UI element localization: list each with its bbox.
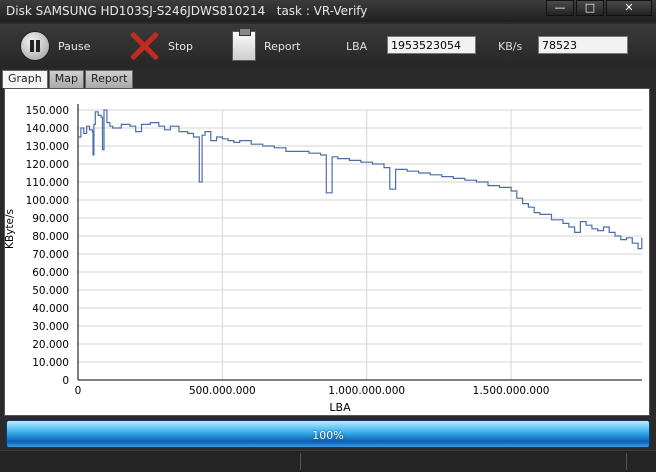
toolbar: Pause Stop Report LBA 1953523054 KB/s 78… — [0, 24, 656, 68]
stop-button[interactable]: Stop — [128, 30, 193, 62]
x-tick-label: 1.000.000.000 — [328, 385, 405, 397]
x-tick-label: 500.000.000 — [189, 385, 256, 397]
x-tick-label: 0 — [75, 385, 82, 397]
status-bar — [0, 450, 656, 472]
y-tick-label: 0 — [62, 375, 69, 387]
x-tick-label: 1.500.000.000 — [473, 385, 550, 397]
pause-button[interactable]: Pause — [20, 30, 90, 62]
stop-icon — [128, 30, 160, 62]
close-icon[interactable]: ✕ — [606, 0, 652, 16]
y-tick-label: 100.000 — [26, 195, 69, 207]
tab-map[interactable]: Map — [48, 70, 84, 88]
y-tick-label: 30.000 — [32, 321, 69, 333]
tab-bar: Graph Map Report — [2, 70, 134, 88]
y-tick-label: 80.000 — [32, 231, 69, 243]
progress-bar: 100% — [6, 420, 650, 448]
y-tick-label: 140.000 — [26, 123, 69, 135]
x-axis-label: LBA — [329, 401, 351, 414]
y-tick-label: 40.000 — [32, 303, 69, 315]
status-divider — [300, 453, 301, 470]
y-tick-label: 10.000 — [32, 357, 69, 369]
kbs-label: KB/s — [498, 40, 523, 53]
maximize-icon[interactable]: □ — [576, 0, 604, 16]
report-label: Report — [264, 39, 301, 53]
pause-icon — [20, 31, 50, 61]
y-tick-label: 90.000 — [32, 213, 69, 225]
progress-label: 100% — [312, 429, 344, 442]
lba-field[interactable]: 1953523054 — [387, 36, 476, 54]
y-tick-label: 20.000 — [32, 339, 69, 351]
clipboard-icon — [232, 28, 256, 61]
status-divider — [626, 453, 627, 470]
window-controls: — □ ✕ — [546, 0, 652, 16]
report-button[interactable]: Report — [232, 28, 301, 62]
title-bar: Disk SAMSUNG HD103SJ-S246JDWS810214 task… — [0, 0, 656, 22]
y-axis-label: KByte/s — [5, 209, 16, 249]
y-tick-label: 50.000 — [32, 285, 69, 297]
y-tick-label: 130.000 — [26, 141, 69, 153]
minimize-icon[interactable]: — — [546, 0, 574, 16]
speed-series-line — [78, 109, 643, 250]
tab-report[interactable]: Report — [84, 70, 134, 88]
y-tick-label: 60.000 — [32, 267, 69, 279]
y-tick-label: 120.000 — [26, 159, 69, 171]
y-tick-label: 110.000 — [26, 177, 69, 189]
y-tick-label: 70.000 — [32, 249, 69, 261]
kbs-field[interactable]: 78523 — [538, 36, 628, 54]
window-title: Disk SAMSUNG HD103SJ-S246JDWS810214 task… — [6, 4, 368, 18]
tab-graph[interactable]: Graph — [2, 70, 48, 88]
pause-label: Pause — [58, 39, 91, 53]
y-tick-label: 150.000 — [26, 105, 69, 117]
speed-chart: 0 10.000 20.000 30.000 40.000 50.000 60.000 70.… — [4, 104, 643, 414]
stop-label: Stop — [168, 39, 194, 53]
lba-label: LBA — [346, 40, 368, 53]
graph-panel: 0 10.000 20.000 30.000 40.000 50.000 60.000 70.… — [4, 88, 650, 416]
